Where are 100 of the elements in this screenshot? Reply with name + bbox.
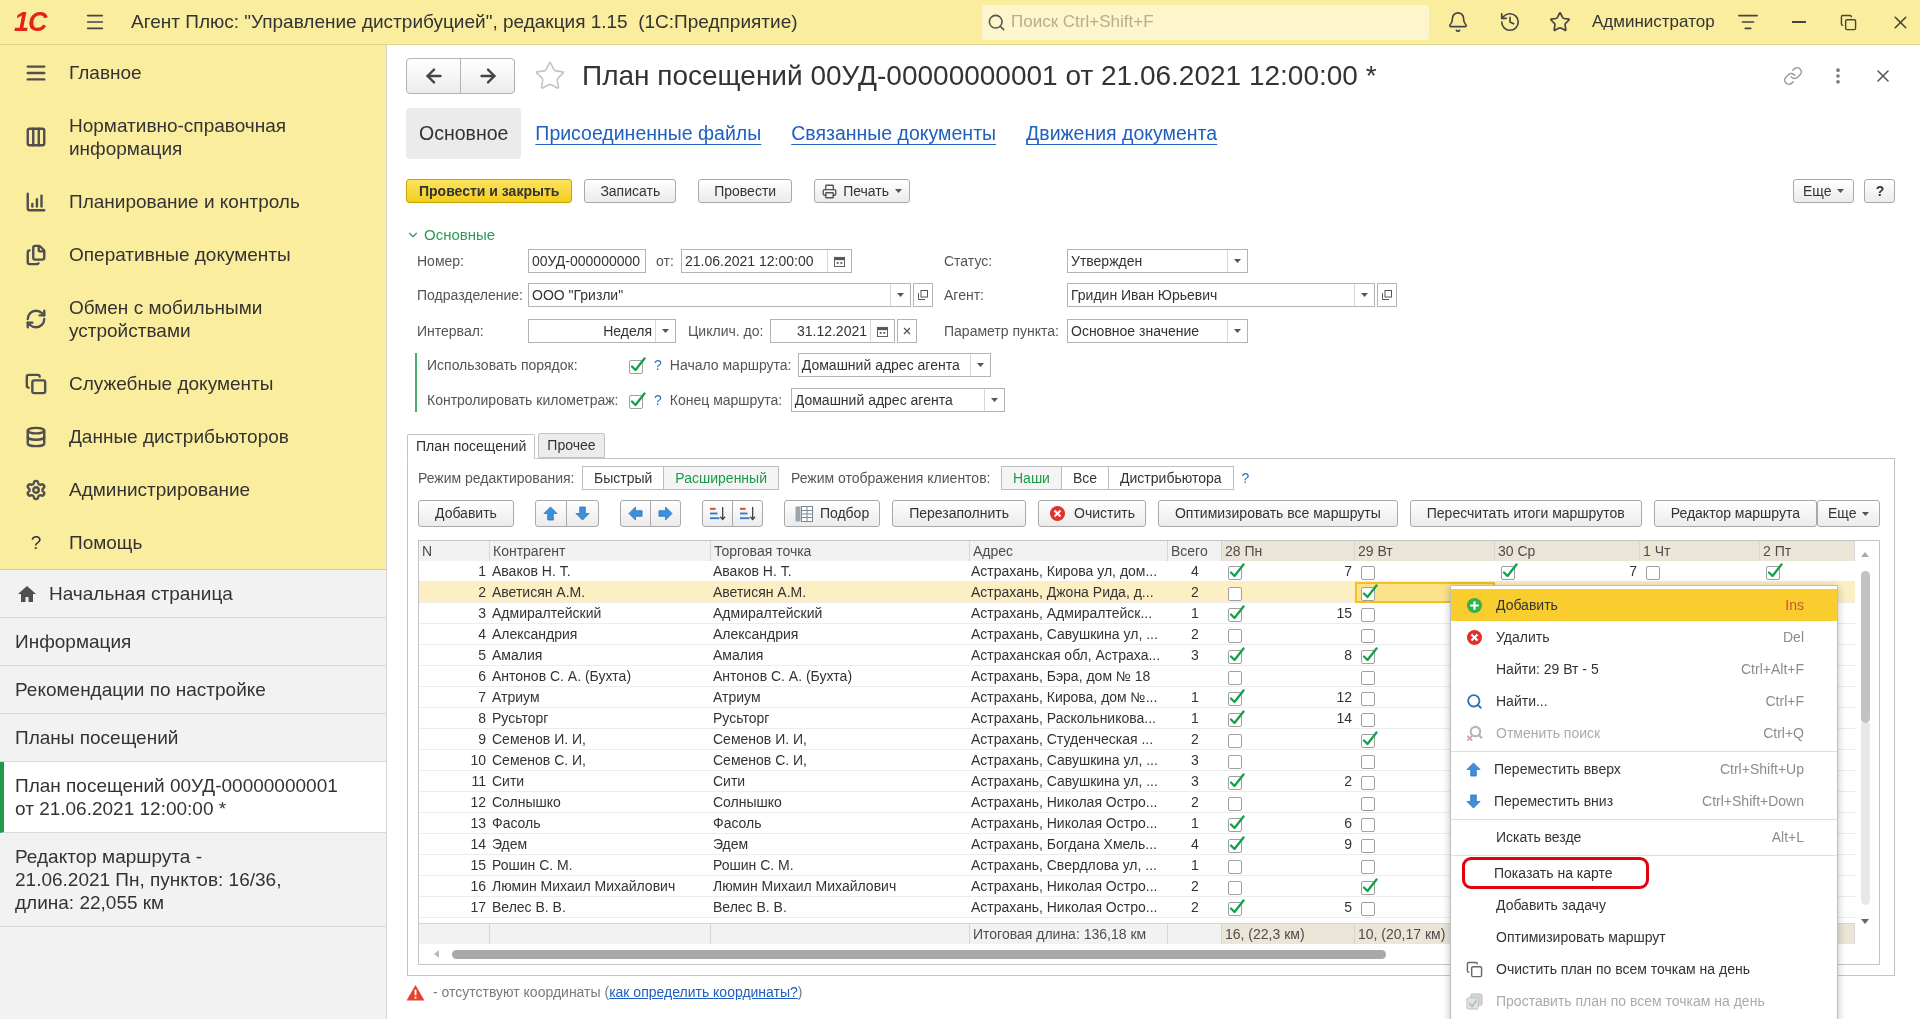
command-button[interactable]: Провести (698, 179, 793, 203)
menu-item[interactable]: Показать на карте (1451, 857, 1837, 889)
form-tab[interactable]: Связанные документы (791, 118, 997, 149)
menu-item[interactable]: Очистить план по всем точкам на день (1451, 953, 1837, 985)
route-start-field[interactable]: Домашний адрес агента (797, 353, 991, 377)
open-button[interactable] (913, 283, 933, 307)
help-hint[interactable]: ? (654, 393, 662, 407)
menu-item[interactable]: Переместить вниз Ctrl+Shift+Down (1451, 785, 1837, 817)
checkbox[interactable] (629, 391, 646, 409)
checkbox[interactable] (1228, 584, 1245, 601)
post-and-close-button[interactable]: Провести и закрыть (406, 179, 573, 203)
pick-button[interactable]: Подбор (783, 500, 881, 527)
mode-option[interactable]: Быстрый (582, 466, 665, 490)
toolbar-button[interactable]: Добавить (418, 500, 514, 527)
scrollbar-thumb[interactable] (1860, 571, 1870, 723)
day-cell[interactable]: 5 (1222, 897, 1355, 917)
day-cell[interactable]: 7 (1495, 561, 1640, 581)
checkbox[interactable] (1228, 898, 1245, 916)
open-window-tab[interactable]: План посещений 00УД-00000000001 от 21.06.2021 12:00:00 * (0, 762, 386, 833)
form-tab[interactable]: Движения документа (1026, 118, 1218, 149)
menu-item[interactable]: Искать везде Alt+L (1451, 821, 1837, 853)
section-item[interactable]: Оперативные документы (0, 228, 386, 281)
section-item[interactable]: ? Помощь (0, 516, 386, 569)
checkbox[interactable] (1361, 646, 1378, 664)
scrollbar-thumb[interactable] (452, 949, 1386, 959)
clear-button[interactable] (897, 319, 917, 343)
back-button[interactable] (406, 58, 461, 94)
menu-item[interactable]: Оптимизировать маршрут (1451, 921, 1837, 953)
star-icon[interactable] (534, 60, 566, 92)
section-item[interactable]: Данные дистрибьюторов (0, 410, 386, 463)
section-item[interactable]: Администрирование (0, 463, 386, 516)
move-up-button[interactable] (534, 500, 567, 527)
checkbox[interactable] (1501, 562, 1518, 580)
favorites-button[interactable] (1549, 11, 1571, 33)
checkbox[interactable] (1228, 709, 1245, 727)
section-item[interactable]: Обмен с мобильными устройствами (0, 281, 386, 357)
command-button[interactable]: Записать (584, 179, 677, 203)
column-header[interactable]: 29 Вт (1355, 541, 1495, 561)
checkbox[interactable] (1228, 604, 1245, 622)
sort-descending-button[interactable] (731, 500, 763, 527)
checkbox[interactable] (1228, 835, 1245, 853)
menu-item[interactable]: Добавить Ins (1451, 589, 1837, 621)
open-window-tab[interactable]: Начальная страница (0, 570, 386, 618)
agent-field[interactable]: Гридин Иван Юрьевич (1067, 283, 1375, 307)
checkbox[interactable] (1228, 646, 1245, 664)
status-field[interactable]: Утвержден (1067, 249, 1248, 273)
more-button[interactable]: Еще (1816, 500, 1881, 527)
column-header[interactable]: Торговая точка (711, 541, 970, 561)
clear-button[interactable]: Очистить (1038, 500, 1146, 527)
search-field[interactable]: Поиск Ctrl+Shift+F (982, 4, 1429, 40)
date-field[interactable]: 21.06.2021 12:00:00 (681, 249, 852, 273)
checkbox[interactable] (1361, 877, 1378, 895)
menu-item[interactable]: Удалить Del (1451, 621, 1837, 653)
more-button[interactable]: Еще (1792, 179, 1855, 203)
toolbar-button[interactable]: Редактор маршрута (1653, 500, 1817, 527)
help-hint[interactable]: ? (654, 358, 662, 372)
form-tab[interactable]: Присоединенные файлы (535, 118, 762, 149)
checkbox[interactable] (1361, 584, 1378, 601)
section-item[interactable]: Нормативно-справочная информация (0, 99, 386, 175)
number-field[interactable]: 00УД-000000000 (528, 249, 646, 273)
column-header[interactable]: 2 Пт (1760, 541, 1855, 561)
print-button[interactable]: Печать (814, 179, 910, 203)
menu-item[interactable]: Переместить вверх Ctrl+Shift+Up (1451, 753, 1837, 785)
day-cell[interactable]: 9 (1222, 834, 1355, 854)
cycle-until-field[interactable]: 31.12.2021 (770, 319, 895, 343)
column-header[interactable]: N (419, 541, 490, 561)
day-cell[interactable]: 15 (1222, 603, 1355, 623)
column-header[interactable]: 1 Чт (1640, 541, 1760, 561)
help-button[interactable]: ? (1864, 179, 1896, 203)
notifications-button[interactable] (1447, 11, 1469, 33)
column-header[interactable]: Контрагент (490, 541, 711, 561)
day-cell[interactable]: 2 (1222, 771, 1355, 791)
open-window-tab[interactable]: Рекомендации по настройке (0, 666, 386, 714)
checkbox[interactable] (1766, 562, 1783, 580)
restore-button[interactable] (1839, 13, 1857, 31)
section-item[interactable]: Служебные документы (0, 357, 386, 410)
checkbox[interactable] (629, 356, 646, 374)
open-button[interactable] (1377, 283, 1397, 307)
table-row[interactable]: 1 Аваков Н. Т. Аваков Н. Т. Астрахань, Кирова ул, дом... 4 7 7 (419, 561, 1855, 582)
history-button[interactable] (1499, 11, 1521, 33)
section-item[interactable]: Главное (0, 46, 386, 99)
checkbox[interactable] (1228, 562, 1245, 580)
column-header[interactable]: 30 Ср (1495, 541, 1640, 561)
tab[interactable]: План посещений (407, 434, 536, 459)
help-hint[interactable]: ? (1241, 471, 1250, 485)
toolbar-button[interactable]: Перезаполнить (892, 500, 1026, 527)
checkbox[interactable] (1361, 730, 1378, 748)
open-window-tab[interactable]: Редактор маршрута - 21.06.2021 Пн, пунктов: 16/36, длина: 22,055 км (0, 833, 386, 927)
column-header[interactable]: Адрес (970, 541, 1168, 561)
open-window-tab[interactable]: Информация (0, 618, 386, 666)
tab[interactable]: Прочее (538, 433, 605, 458)
move-down-button[interactable] (565, 500, 599, 527)
move-left-button[interactable] (619, 500, 651, 527)
day-cell[interactable]: 12 (1222, 687, 1355, 707)
sort-ascending-button[interactable] (701, 500, 733, 527)
day-cell[interactable]: 8 (1222, 645, 1355, 665)
mode-option[interactable]: Дистрибьютора (1108, 466, 1234, 490)
menu-item[interactable]: Найти: 29 Вт - 5 Ctrl+Alt+F (1451, 653, 1837, 685)
checkbox[interactable] (1228, 772, 1245, 790)
checkbox[interactable] (1228, 814, 1245, 832)
